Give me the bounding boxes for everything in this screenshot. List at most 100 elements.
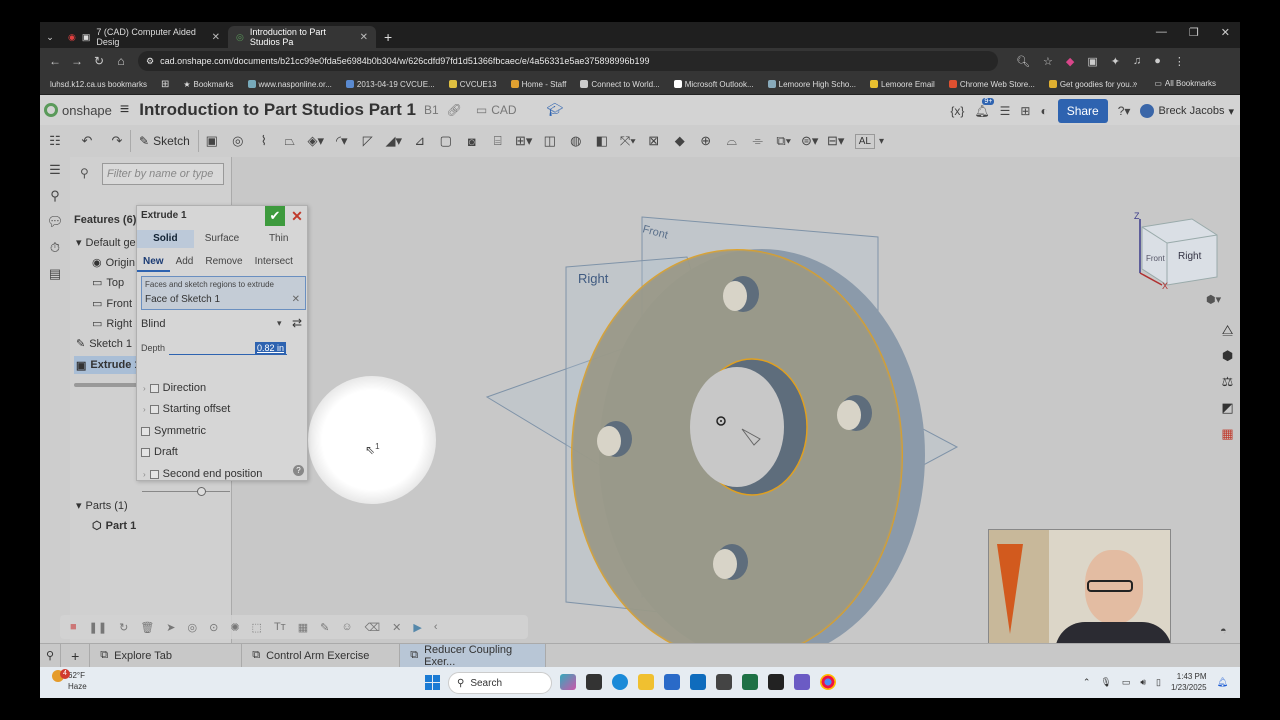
user-menu[interactable]: Breck Jacobs ▾ (1140, 104, 1234, 118)
link-icon[interactable]: 🔗︎ (447, 103, 462, 117)
plane-icon[interactable]: ◆ (667, 133, 693, 149)
tab-explore[interactable]: ⧉ Explore Tab (90, 643, 243, 668)
history-icon[interactable]: ⏱ (40, 235, 70, 261)
symmetric-option[interactable]: Symmetric (141, 425, 206, 437)
network-icon[interactable]: ▭ (1122, 677, 1131, 688)
redo-icon[interactable]: ↷ (104, 133, 130, 149)
filter-icon[interactable]: ⚲ (80, 166, 89, 180)
taskbar-search[interactable]: ⚲ Search (448, 672, 552, 694)
boolean-icon[interactable]: ◍ (563, 133, 589, 149)
comments-icon[interactable]: 💬︎ (40, 209, 70, 235)
variables-panel-icon[interactable]: ⚲ (40, 183, 70, 209)
direction-checkbox[interactable] (149, 383, 159, 393)
revolve-icon[interactable]: ◎ (225, 133, 251, 149)
outlook-icon[interactable] (690, 674, 706, 690)
bookmark-item[interactable]: ★ Bookmarks (183, 80, 233, 89)
tree-item-front[interactable]: ▭ Front (92, 297, 132, 311)
extensions-puzzle-icon[interactable]: ✦ (1111, 55, 1120, 68)
undo-icon[interactable]: ↶ (70, 133, 104, 149)
star-icon[interactable]: ☆ (1043, 55, 1053, 68)
media-icon[interactable]: ♫ (1133, 55, 1141, 68)
site-info-icon[interactable]: ⚙ (146, 56, 154, 67)
tab-new[interactable]: New (137, 252, 170, 272)
restart-icon[interactable]: ↻ (119, 621, 128, 634)
section-icon[interactable]: ⧉▾ (771, 133, 797, 149)
browser-tab-cad[interactable]: ◉ ▣ 7 (CAD) Computer Aided Desig ✕ (60, 26, 228, 48)
transform-icon[interactable]: ⤧▾ (615, 133, 641, 149)
hole-icon[interactable]: ◙ (459, 134, 485, 149)
store-icon[interactable] (664, 674, 680, 690)
split-icon[interactable]: ◧ (589, 133, 615, 149)
tab-reducer-coupling[interactable]: ⧉ Reducer Coupling Exer... (400, 643, 547, 668)
menu-dots-icon[interactable]: ⋮ (1174, 55, 1185, 68)
filter-input[interactable]: Filter by name or type (102, 163, 224, 185)
clock[interactable]: 1:43 PM 1/23/2025 (1171, 671, 1207, 693)
export-icon[interactable]: ⊟▾ (823, 133, 849, 149)
thicken-icon[interactable]: ◈▾ (303, 133, 329, 149)
pen-icon[interactable]: ✎ (320, 621, 329, 634)
delete-part-icon[interactable]: ⊠ (641, 133, 667, 149)
measure-icon[interactable]: ⊜▾ (797, 133, 823, 149)
tab-add[interactable]: Add (170, 252, 200, 272)
tree-item-extrude-1[interactable]: ▣ Extrude 1 (74, 356, 141, 374)
file-explorer-icon[interactable] (638, 674, 654, 690)
appearance-icon[interactable]: ⧋ (1215, 322, 1240, 348)
tree-item-sketch-1[interactable]: ✎ Sketch 1 (76, 337, 132, 351)
onshape-logo[interactable]: onshape (44, 103, 112, 118)
copilot-icon[interactable] (560, 674, 576, 690)
forward-icon[interactable]: → (66, 54, 88, 68)
notifications-icon[interactable]: 🔔︎ 9+ (974, 98, 995, 118)
rollback-bar[interactable] (74, 383, 138, 387)
bookmark-item[interactable]: luhsd.k12.ca.us bookmarks (50, 80, 147, 89)
notifications-icon[interactable]: 🔔︎ (1217, 677, 1228, 688)
tab-list-button[interactable]: ⌄ (40, 26, 60, 48)
list-icon[interactable]: ☰ (1000, 104, 1011, 118)
all-bookmarks[interactable]: » ▭ All Bookmarks (1133, 79, 1216, 88)
branch-badge[interactable]: B1 (424, 103, 439, 117)
second-end-checkbox[interactable] (149, 469, 159, 479)
extrude-icon[interactable]: ▣ (199, 133, 225, 149)
home-icon[interactable]: ⌂ (110, 54, 132, 68)
bookmark-item[interactable]: Home - Staff (510, 80, 566, 89)
chrome-icon[interactable] (820, 674, 836, 690)
preview-slider-knob[interactable] (197, 487, 206, 496)
edge-icon[interactable] (612, 674, 628, 690)
extension-icon[interactable]: ▣ (1087, 55, 1097, 68)
parts-panel-icon[interactable]: ⬢ (1215, 348, 1240, 374)
zoom-icon[interactable]: ⊙ (209, 621, 218, 634)
app-icon[interactable] (768, 674, 784, 690)
chevron-up-icon[interactable]: ⌃ (1083, 677, 1091, 688)
bookmark-item[interactable]: Microsoft Outlook... (673, 80, 754, 89)
sketch-button[interactable]: ✎ Sketch (130, 130, 199, 152)
profile-avatar[interactable]: ● (1154, 55, 1161, 68)
emoji-icon[interactable]: ☺ (341, 621, 352, 633)
close-icon[interactable]: ✕ (360, 32, 368, 43)
text-icon[interactable]: Tт (274, 621, 286, 633)
default-geometry-group[interactable]: ▾ Default ge (76, 236, 136, 250)
cylinder-icon[interactable]: ⌸ (485, 133, 511, 149)
view-options-icon[interactable]: ⬢▾ (1206, 294, 1222, 306)
reload-icon[interactable]: ↻ (88, 54, 110, 68)
highlight-icon[interactable]: ◎ (188, 621, 198, 634)
bom-icon[interactable]: ▤ (40, 261, 70, 287)
camera-icon[interactable]: ▶ (413, 621, 421, 634)
mirror-icon[interactable]: ◫ (537, 133, 563, 149)
trash-icon[interactable]: 🗑︎ (140, 621, 154, 634)
minimize-icon[interactable]: — (1156, 26, 1167, 39)
close-icon[interactable]: ✕ (212, 32, 220, 43)
direction-option[interactable]: › Direction (143, 382, 206, 394)
mate-connector-icon[interactable]: ⊕ (693, 133, 719, 149)
folder-label[interactable]: CAD (491, 103, 516, 117)
bookmark-item[interactable]: CVCUE13 (448, 80, 497, 89)
stop-icon[interactable]: ■ (70, 621, 77, 633)
bookmark-item[interactable]: Chrome Web Store... (948, 80, 1035, 89)
tab-solid[interactable]: Solid (137, 230, 194, 248)
mute-icon[interactable]: ✕ (392, 621, 401, 634)
tree-item-origin[interactable]: ◉ Origin (92, 256, 135, 270)
apps-icon[interactable]: ⊞ (1020, 104, 1030, 118)
rib-icon[interactable]: ⊿ (407, 133, 433, 149)
view-cube[interactable]: Front Right Z X ⬢▾ (1134, 211, 1222, 306)
chevron-down-icon[interactable]: ▾ (879, 136, 884, 147)
learning-icon[interactable]: 🎓︎ (547, 102, 564, 118)
app-icon[interactable] (716, 674, 732, 690)
